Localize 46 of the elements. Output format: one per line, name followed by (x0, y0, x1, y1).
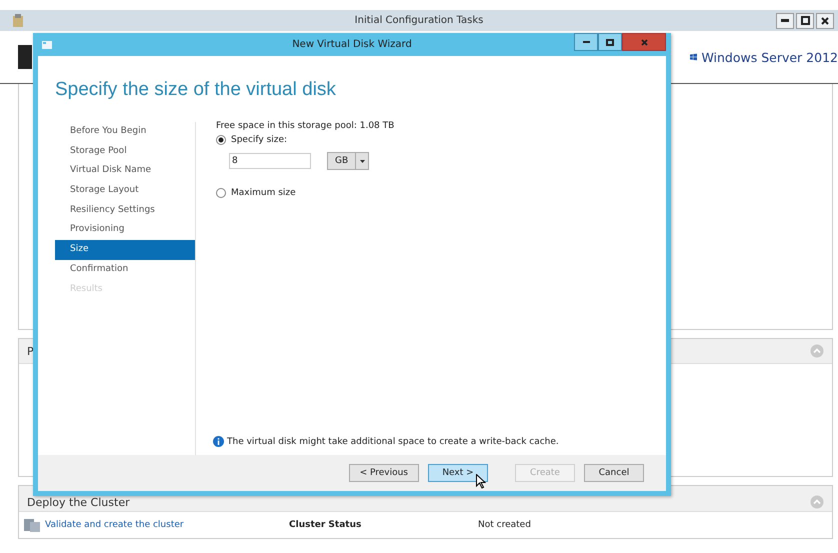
status-label: Cluster Status (289, 520, 362, 530)
wizard-app-icon (42, 40, 52, 48)
cancel-button[interactable]: Cancel (584, 464, 644, 482)
info-text: The virtual disk might take additional space to create a write-back cache. (227, 436, 559, 446)
minimize-button[interactable] (574, 33, 598, 51)
brand-text: Windows Server 2012 (701, 50, 838, 64)
wizard-step[interactable]: Storage Layout (55, 181, 195, 201)
minimize-icon (781, 19, 789, 22)
page-heading: Specify the size of the virtual disk (54, 78, 337, 102)
wizard-title: New Virtual Disk Wizard (292, 39, 412, 50)
wizard-step[interactable]: Provisioning (55, 220, 195, 240)
next-button[interactable]: Next > (428, 464, 488, 482)
close-icon (821, 16, 829, 24)
wizard-step[interactable]: Confirmation (55, 260, 195, 280)
section-title: P (27, 344, 34, 358)
unit-dropdown[interactable]: GB (327, 152, 370, 170)
info-icon (213, 436, 224, 447)
previous-button[interactable]: < Previous (348, 464, 419, 482)
radio-button[interactable] (216, 135, 226, 145)
mouse-cursor-icon (476, 474, 486, 489)
window-title: Initial Configuration Tasks (354, 15, 484, 26)
section-title: Deploy the Cluster (27, 496, 130, 509)
wizard-step[interactable]: Resiliency Settings (55, 200, 195, 220)
wizard-step[interactable]: Storage Pool (55, 142, 195, 162)
radio-button[interactable] (216, 188, 226, 198)
radio-label: Maximum size (231, 188, 296, 198)
radio-label: Specify size: (231, 135, 288, 145)
minimize-button[interactable] (776, 12, 794, 28)
close-icon (640, 38, 648, 46)
wizard-step[interactable]: Virtual Disk Name (55, 161, 195, 182)
wizard-step[interactable]: Size (55, 240, 195, 260)
maximize-button[interactable] (598, 33, 622, 51)
restore-icon (800, 16, 810, 25)
caret-icon (360, 160, 365, 162)
app-icon (12, 14, 24, 28)
validate-cluster-link[interactable]: Validate and create the cluster (45, 520, 285, 530)
close-button[interactable] (816, 12, 834, 28)
status-value: Not created (478, 520, 531, 530)
minimize-icon (582, 41, 590, 43)
server-icon (23, 517, 41, 533)
maximize-icon (606, 38, 614, 46)
wizard-step[interactable]: Before You Begin (55, 122, 195, 142)
size-input[interactable]: 8 (229, 153, 311, 169)
logo-block (18, 45, 32, 69)
free-space-text: Free space in this storage pool: 1.08 TB (216, 121, 396, 131)
restore-button[interactable] (796, 12, 814, 28)
